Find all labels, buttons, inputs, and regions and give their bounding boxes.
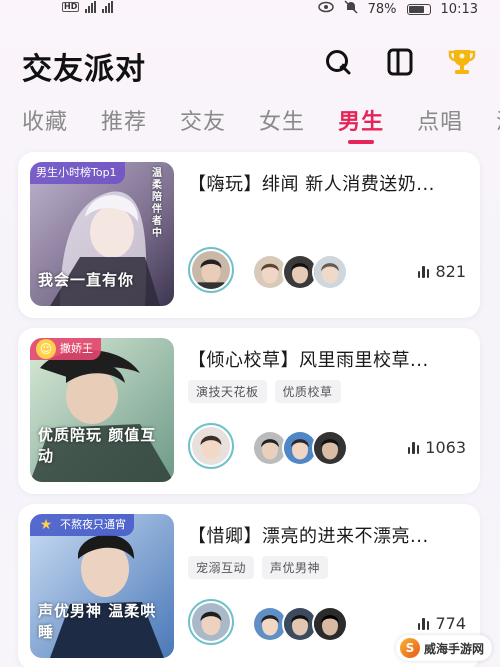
- guest-avatars: [252, 430, 348, 466]
- audio-bars-icon: [417, 617, 430, 630]
- signal-icon: [102, 1, 114, 13]
- guest-avatars: [252, 606, 348, 642]
- battery-icon: [406, 3, 431, 15]
- room-tag: 声优男神: [262, 556, 329, 579]
- host-avatar[interactable]: [188, 247, 234, 293]
- signal-icon: [85, 1, 97, 13]
- room-rank-badge: 男生小时榜Top1: [30, 162, 125, 184]
- tab-party[interactable]: 派: [496, 104, 500, 146]
- room-card[interactable]: 男生小时榜Top1 温柔陪伴者中 我会一直有你 【嗨玩】绯闻 新人消费送奶...…: [18, 152, 480, 318]
- audio-bars-icon: [407, 441, 420, 454]
- viewer-count-value: 821: [435, 262, 466, 281]
- room-tag: 演技天花板: [188, 380, 267, 403]
- tab-recommended[interactable]: 推荐: [101, 104, 147, 146]
- category-tabs: 收藏 推荐 交友 女生 男生 点唱 派: [22, 104, 500, 146]
- room-cover[interactable]: ★ 不熬夜只通宵 声优男神 温柔哄睡: [30, 514, 174, 658]
- room-cover[interactable]: ☺ 撒娇王 优质陪玩 颜值互动: [30, 338, 174, 482]
- room-title[interactable]: 【惜卿】漂亮的进来不漂亮...: [188, 522, 456, 548]
- cover-caption: 优质陪玩 颜值互动: [38, 426, 157, 465]
- tab-male[interactable]: 男生: [338, 104, 384, 146]
- viewer-count: 821: [417, 262, 466, 281]
- network-type-label: HD: [62, 2, 80, 12]
- cover-caption: 声优男神 温柔哄睡: [38, 602, 157, 641]
- room-card[interactable]: ☺ 撒娇王 优质陪玩 颜值互动 【倾心校草】风里雨里校草... 演技天花板 优质…: [18, 328, 480, 494]
- viewer-count-value: 1063: [425, 438, 466, 457]
- cover-caption: 我会一直有你: [38, 271, 135, 289]
- room-cover[interactable]: 男生小时榜Top1 温柔陪伴者中 我会一直有你: [30, 162, 174, 306]
- tab-song-request[interactable]: 点唱: [417, 104, 463, 146]
- smiley-icon: ☺: [36, 339, 56, 359]
- avatar: [192, 603, 230, 641]
- room-title[interactable]: 【倾心校草】风里雨里校草...: [188, 346, 456, 372]
- sidebar-toggle-icon[interactable]: [384, 46, 416, 78]
- tab-favorites[interactable]: 收藏: [22, 104, 68, 146]
- avatar: [192, 427, 230, 465]
- host-avatar[interactable]: [188, 599, 234, 645]
- viewer-count: 1063: [407, 438, 466, 457]
- room-tag: 宠溺互动: [188, 556, 255, 579]
- status-bar: HD 78% 10:13: [0, 0, 500, 18]
- audio-bars-icon: [417, 265, 430, 278]
- eye-icon: [317, 1, 334, 17]
- search-icon[interactable]: [322, 46, 354, 78]
- page-title: 交友派对: [22, 52, 146, 87]
- host-avatar[interactable]: [188, 423, 234, 469]
- guest-avatar[interactable]: [312, 254, 348, 290]
- guest-avatars: [252, 254, 348, 290]
- star-icon: ★: [39, 517, 53, 533]
- guest-avatar[interactable]: [312, 606, 348, 642]
- tab-female[interactable]: 女生: [259, 104, 305, 146]
- cover-side-text: 温柔陪伴者中: [152, 168, 162, 239]
- room-tag: 优质校草: [274, 380, 341, 403]
- guest-avatar[interactable]: [312, 430, 348, 466]
- room-list: 男生小时榜Top1 温柔陪伴者中 我会一直有你 【嗨玩】绯闻 新人消费送奶...…: [18, 152, 480, 667]
- room-title[interactable]: 【嗨玩】绯闻 新人消费送奶...: [188, 170, 456, 196]
- room-tags: 演技天花板 优质校草: [188, 380, 341, 403]
- header: 交友派对: [22, 38, 478, 88]
- clock: 10:13: [440, 1, 478, 17]
- room-tags: 宠溺互动 声优男神: [188, 556, 329, 579]
- viewer-count: 774: [417, 614, 466, 633]
- tab-dating[interactable]: 交友: [180, 104, 226, 146]
- mute-bell-icon: [344, 0, 358, 18]
- avatar: [192, 251, 230, 292]
- site-watermark: S 威海手游网: [395, 635, 492, 661]
- room-badge: ☺ 撒娇王: [30, 338, 101, 360]
- viewer-count-value: 774: [435, 614, 466, 633]
- trophy-icon[interactable]: [446, 46, 478, 78]
- battery-level: 78%: [367, 1, 397, 17]
- watermark-logo-icon: S: [399, 638, 420, 658]
- room-badge: ★ 不熬夜只通宵: [30, 514, 134, 536]
